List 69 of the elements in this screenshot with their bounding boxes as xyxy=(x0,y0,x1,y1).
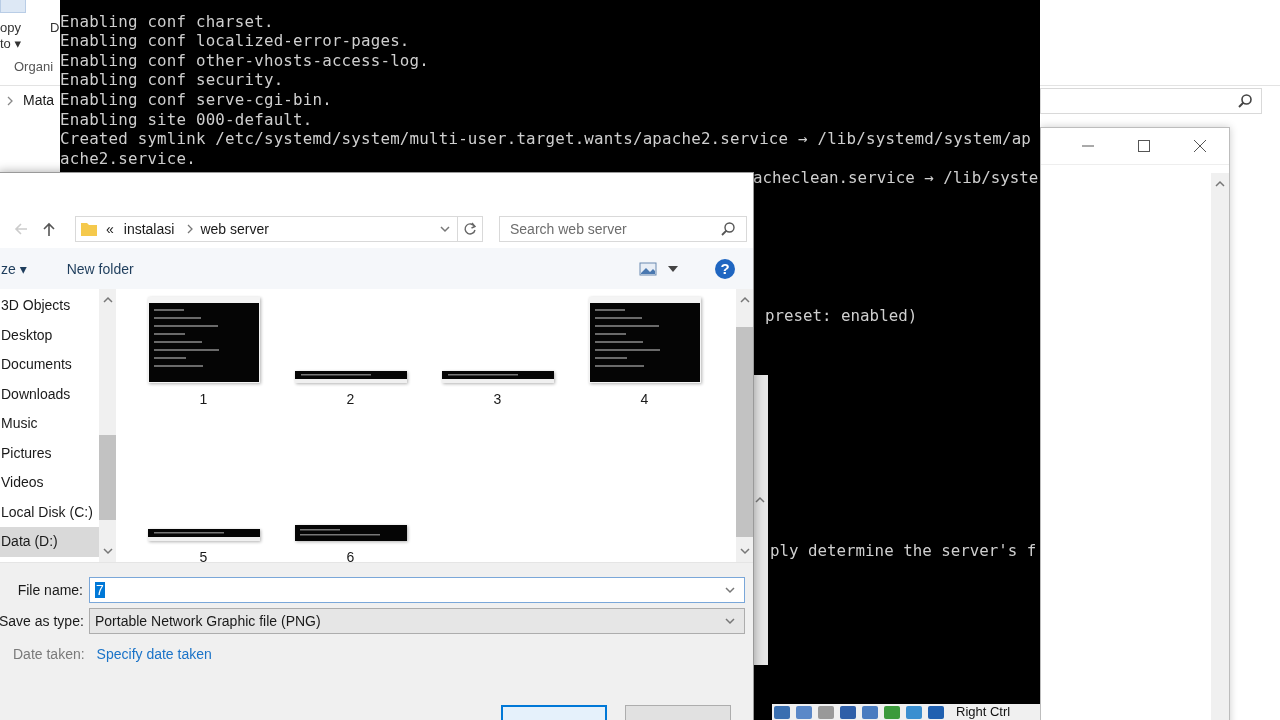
host-key-label: Right Ctrl xyxy=(956,704,1011,719)
organize-menu[interactable]: ze ▾ xyxy=(0,256,29,281)
terminal-line: ply determine the server's f xyxy=(770,540,1037,561)
search-field[interactable] xyxy=(1040,88,1262,114)
file-name[interactable]: 1 xyxy=(199,391,208,407)
file-name[interactable]: 4 xyxy=(640,391,649,407)
terminal-line: Enabling conf security. xyxy=(60,70,285,90)
terminal-line: ache2.service. xyxy=(60,148,197,169)
breadcrumb[interactable]: web server xyxy=(200,221,269,238)
nav-item[interactable]: Data (D:) xyxy=(0,527,99,557)
nav-item[interactable]: Downloads xyxy=(0,379,99,409)
nav-item[interactable]: Videos xyxy=(0,468,99,498)
scroll-down-icon[interactable] xyxy=(738,546,751,556)
search-field[interactable]: Search web server xyxy=(499,216,747,243)
new-folder-button[interactable]: New folder xyxy=(64,256,136,281)
scrollbar-thumb[interactable] xyxy=(99,435,116,520)
nav-item[interactable]: Mata xyxy=(23,92,55,108)
chevron-icon xyxy=(6,96,14,106)
help-button[interactable]: ? xyxy=(715,258,735,279)
scroll-up-icon[interactable] xyxy=(101,295,114,305)
scrollbar[interactable] xyxy=(1211,173,1229,720)
nav-item[interactable]: Desktop xyxy=(0,320,99,350)
terminal-line: Enabling conf localized-error-pages. xyxy=(60,31,411,51)
up-arrow-icon[interactable] xyxy=(41,221,57,238)
view-icon[interactable] xyxy=(639,261,657,276)
maximize-icon[interactable] xyxy=(1137,139,1151,153)
nav-item[interactable]: Documents xyxy=(0,350,99,380)
nav-item[interactable]: 3D Objects xyxy=(0,291,99,321)
breadcrumb-overflow[interactable]: « xyxy=(106,221,114,238)
scrollbar-thumb[interactable] xyxy=(736,327,753,537)
close-icon[interactable] xyxy=(1193,139,1207,153)
terminal-line: Created symlink /etc/systemd/system/multi-user.target.wants/apache2.service → /lib/systemd/system/ap xyxy=(60,129,1032,149)
dropdown-caret-icon[interactable] xyxy=(724,585,736,595)
refresh-icon[interactable] xyxy=(463,222,477,237)
search-icon[interactable] xyxy=(720,221,736,238)
scroll-down-icon[interactable] xyxy=(101,546,114,556)
file-name[interactable]: 5 xyxy=(199,549,208,565)
address-bar[interactable]: « instalasi web server xyxy=(75,216,483,243)
terminal-line: Enabling conf charset. xyxy=(60,11,275,32)
field-label: Date taken: xyxy=(13,646,85,662)
file-name[interactable]: 2 xyxy=(346,391,355,407)
nav-item[interactable]: Pictures xyxy=(0,438,99,468)
dropdown-caret-icon[interactable] xyxy=(667,264,679,273)
ribbon-group-label: Organi xyxy=(14,59,54,74)
file-name[interactable]: 6 xyxy=(346,549,355,565)
ribbon-label[interactable]: to ▾ xyxy=(0,36,21,51)
terminal-line: Enabling conf serve-cgi-bin. xyxy=(60,89,333,110)
scroll-up-icon[interactable] xyxy=(1214,179,1226,189)
nav-item[interactable]: Local Disk (C:) xyxy=(0,497,99,527)
nav-item[interactable]: Music xyxy=(0,409,99,439)
folder-icon xyxy=(80,221,98,238)
terminal-line: preset: enabled) xyxy=(765,305,918,326)
file-name[interactable]: 3 xyxy=(493,391,502,407)
ribbon-label[interactable]: opy xyxy=(0,20,21,35)
ribbon-label[interactable]: D xyxy=(50,20,60,35)
breadcrumb[interactable]: instalasi xyxy=(123,221,175,238)
terminal-line: Enabling conf other-vhosts-access-log. xyxy=(60,50,430,71)
date-taken-link[interactable]: Specify date taken xyxy=(96,646,212,662)
file-name-field[interactable]: 7 xyxy=(89,577,745,603)
field-label: Save as type: xyxy=(0,613,85,629)
scroll-up-icon[interactable] xyxy=(754,495,766,505)
search-icon[interactable] xyxy=(1237,93,1253,109)
terminal-line: Enabling site 000-default. xyxy=(60,109,314,130)
terminal-line: acheclean.service → /lib/syste xyxy=(753,168,1039,188)
field-label: File name: xyxy=(16,582,84,598)
chevron-icon xyxy=(186,224,195,235)
dropdown-caret-icon[interactable] xyxy=(439,224,451,235)
file-type-dropdown[interactable]: Portable Network Graphic file (PNG) xyxy=(89,608,745,634)
scroll-up-icon[interactable] xyxy=(738,295,751,305)
